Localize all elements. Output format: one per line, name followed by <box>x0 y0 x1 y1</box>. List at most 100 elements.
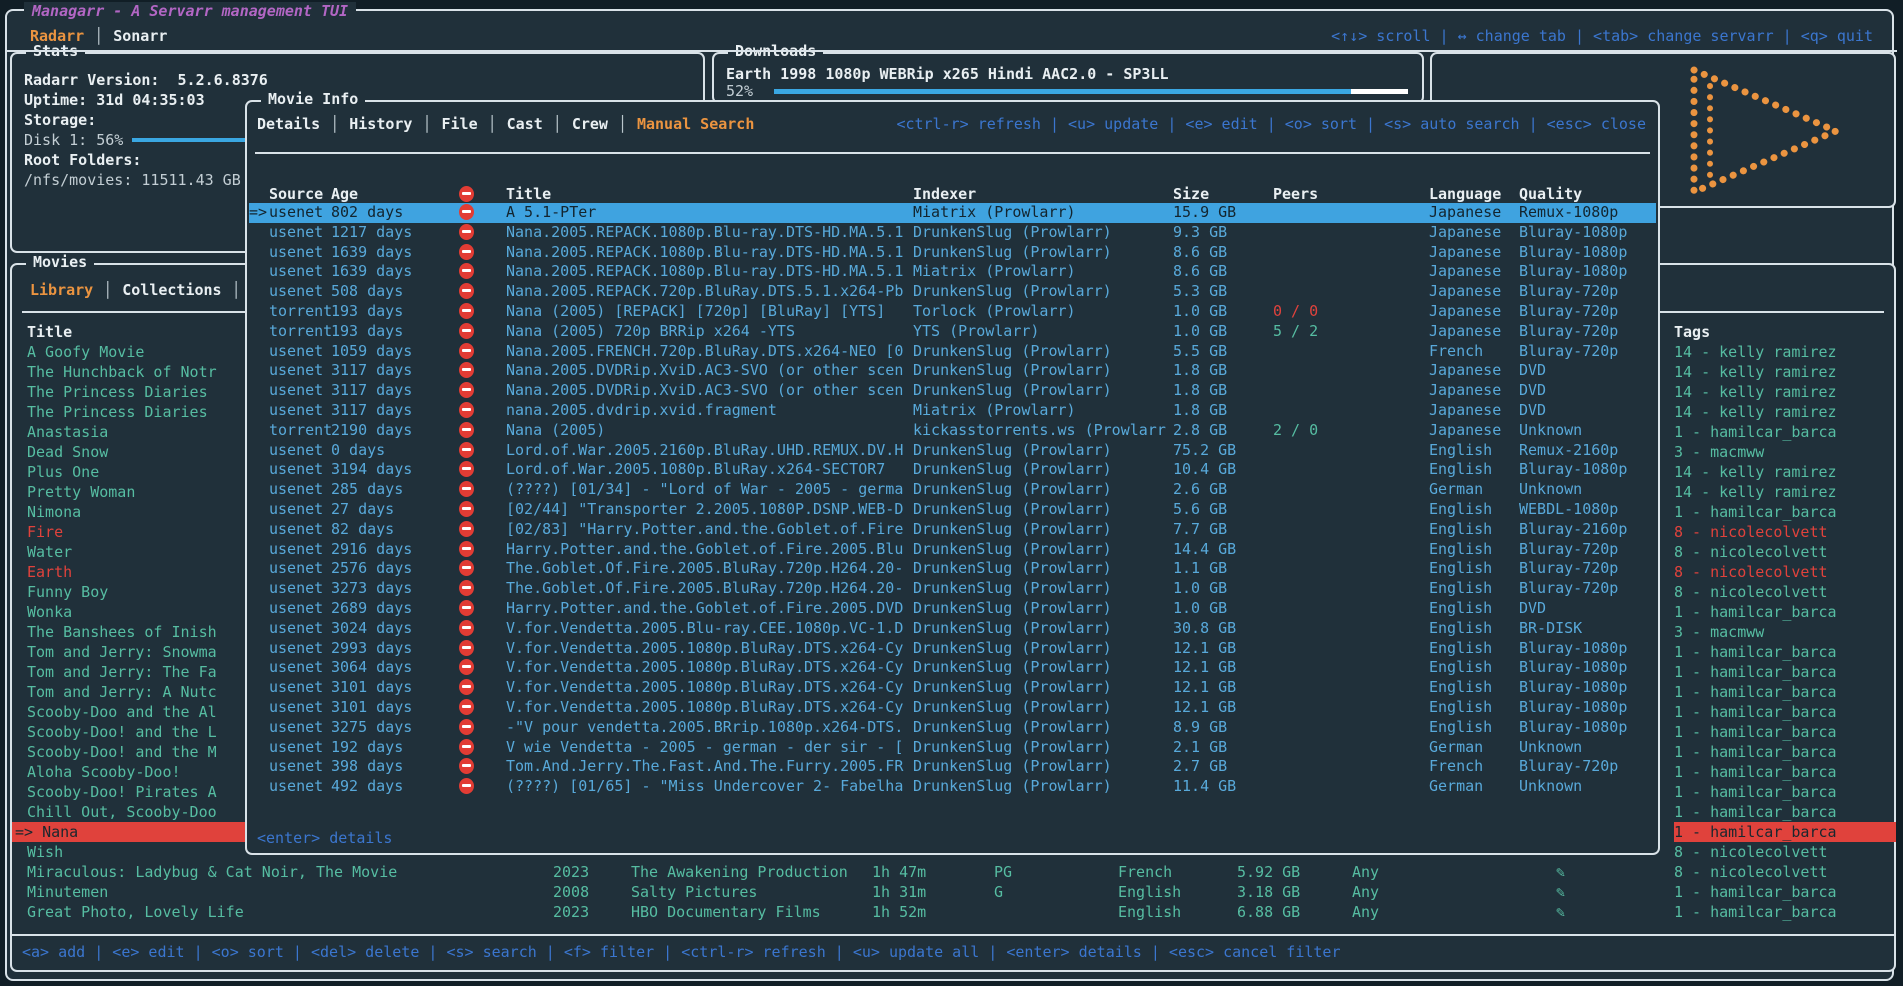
release-row[interactable]: usenet1639 daysNana.2005.REPACK.1080p.Bl… <box>249 243 1656 263</box>
release-row[interactable]: usenet0 daysLord.of.War.2005.2160p.BluRa… <box>249 441 1656 461</box>
release-row[interactable]: =>usenet802 daysA 5.1-PTerMiatrix (Prowl… <box>249 203 1656 223</box>
release-row[interactable]: usenet398 daysTom.And.Jerry.The.Fast.And… <box>249 757 1656 777</box>
movie-list-item[interactable]: Scooby-Doo and the Al <box>12 702 245 722</box>
movie-list-item[interactable]: Wonka <box>12 602 245 622</box>
release-peers <box>1273 203 1429 223</box>
release-row[interactable]: usenet3024 daysV.for.Vendetta.2005.Blu-r… <box>249 619 1656 639</box>
release-language: French <box>1429 342 1519 362</box>
release-title: Nana.2005.REPACK.1080p.Blu-ray.DTS-HD.MA… <box>506 223 913 243</box>
modal-tab-history[interactable]: History <box>349 115 412 133</box>
release-rejected-cell <box>459 441 506 461</box>
movie-list-item[interactable]: Anastasia <box>12 422 245 442</box>
release-source: usenet <box>269 460 331 480</box>
row-indent <box>12 882 27 902</box>
release-row[interactable]: usenet1217 daysNana.2005.REPACK.1080p.Bl… <box>249 223 1656 243</box>
movie-row[interactable]: Great Photo, Lovely Life2023HBO Document… <box>12 902 1662 922</box>
column-language[interactable]: Language <box>1429 184 1519 204</box>
release-row[interactable]: usenet2689 daysHarry.Potter.and.the.Gobl… <box>249 599 1656 619</box>
movie-list-item[interactable]: The Princess Diaries <box>12 402 245 422</box>
tab-radarr[interactable]: Radarr <box>30 27 84 45</box>
release-age: 285 days <box>331 480 459 500</box>
release-row[interactable]: usenet82 days[02/83] "Harry.Potter.and.t… <box>249 520 1656 540</box>
movie-list-item[interactable]: Dead Snow <box>12 442 245 462</box>
column-title[interactable]: Title <box>506 184 913 204</box>
release-row[interactable]: usenet492 days(????) [01/65] - "Miss Und… <box>249 777 1656 797</box>
rejected-icon <box>459 362 474 378</box>
movie-list-item[interactable]: Scooby-Doo! and the M <box>12 742 245 762</box>
movie-list-item[interactable]: Funny Boy <box>12 582 245 602</box>
movie-rating: PG <box>994 862 1118 882</box>
movie-studio: The Awakening Production <box>631 862 872 882</box>
modal-tab-crew[interactable]: Crew <box>572 115 608 133</box>
movie-list-item[interactable]: Plus One <box>12 462 245 482</box>
column-rejected[interactable] <box>459 184 506 204</box>
release-row[interactable]: usenet3273 daysThe.Goblet.Of.Fire.2005.B… <box>249 579 1656 599</box>
release-language: English <box>1429 559 1519 579</box>
movie-list-item[interactable]: A Goofy Movie <box>12 342 245 362</box>
movie-list-item[interactable]: Wish <box>12 842 245 862</box>
release-row[interactable]: usenet508 daysNana.2005.REPACK.720p.BluR… <box>249 282 1656 302</box>
movie-list-item[interactable]: Water <box>12 542 245 562</box>
row-marker <box>249 500 269 520</box>
column-indexer[interactable]: Indexer <box>913 184 1173 204</box>
release-row[interactable]: usenet3101 daysV.for.Vendetta.2005.1080p… <box>249 698 1656 718</box>
row-indent <box>12 862 27 882</box>
tab-library[interactable]: Library <box>30 281 93 299</box>
release-row[interactable]: usenet1639 daysNana.2005.REPACK.1080p.Bl… <box>249 262 1656 282</box>
release-row[interactable]: usenet3101 daysV.for.Vendetta.2005.1080p… <box>249 678 1656 698</box>
release-language: English <box>1429 698 1519 718</box>
release-row[interactable]: usenet192 daysV wie Vendetta - 2005 - ge… <box>249 738 1656 758</box>
column-age[interactable]: Age <box>331 184 459 204</box>
release-row[interactable]: usenet3117 daysNana.2005.DVDRip.XviD.AC3… <box>249 381 1656 401</box>
release-peers <box>1273 698 1429 718</box>
release-row[interactable]: usenet2576 daysThe.Goblet.Of.Fire.2005.B… <box>249 559 1656 579</box>
release-quality: Bluray-1080p <box>1519 243 1656 263</box>
release-row[interactable]: torrent193 daysNana (2005) [REPACK] [720… <box>249 302 1656 322</box>
movie-list-item[interactable]: Chill Out, Scooby-Doo <box>12 802 245 822</box>
movie-list-item[interactable]: Tom and Jerry: A Nutc <box>12 682 245 702</box>
column-source[interactable]: Source ▼ <box>269 184 331 204</box>
movie-list-item[interactable]: Tom and Jerry: The Fa <box>12 662 245 682</box>
release-row[interactable]: usenet3117 daysNana.2005.DVDRip.XviD.AC3… <box>249 361 1656 381</box>
movie-row[interactable]: Miraculous: Ladybug & Cat Noir, The Movi… <box>12 862 1662 882</box>
release-rejected-cell <box>459 203 506 223</box>
release-row[interactable]: usenet3117 daysnana.2005.dvdrip.xvid.fra… <box>249 401 1656 421</box>
movie-row[interactable]: Minutemen2008Salty Pictures1h 31mGEnglis… <box>12 882 1662 902</box>
movie-list-item[interactable]: The Princess Diaries <box>12 382 245 402</box>
movie-list-item[interactable]: Nimona <box>12 502 245 522</box>
column-peers[interactable]: Peers <box>1273 184 1429 204</box>
movie-list-item[interactable]: The Hunchback of Notr <box>12 362 245 382</box>
release-row[interactable]: usenet2916 daysHarry.Potter.and.the.Gobl… <box>249 540 1656 560</box>
movie-list-item[interactable]: Earth <box>12 562 245 582</box>
release-language: English <box>1429 599 1519 619</box>
movie-list-item[interactable]: Tom and Jerry: Snowma <box>12 642 245 662</box>
release-row[interactable]: usenet3275 days-"V pour vendetta.2005.BR… <box>249 718 1656 738</box>
release-row[interactable]: torrent193 daysNana (2005) 720p BRRip x2… <box>249 322 1656 342</box>
modal-tab-manual-search[interactable]: Manual Search <box>637 115 754 133</box>
release-age: 3273 days <box>331 579 459 599</box>
release-row[interactable]: usenet3064 daysV.for.Vendetta.2005.1080p… <box>249 658 1656 678</box>
modal-tab-cast[interactable]: Cast <box>507 115 543 133</box>
tab-sonarr[interactable]: Sonarr <box>113 27 167 45</box>
movie-list-item[interactable]: Pretty Woman <box>12 482 245 502</box>
column-quality[interactable]: Quality <box>1519 184 1656 204</box>
movie-list-item[interactable]: Scooby-Doo! Pirates A <box>12 782 245 802</box>
modal-tab-file[interactable]: File <box>442 115 478 133</box>
movie-list-item[interactable]: Aloha Scooby-Doo! <box>12 762 245 782</box>
release-row[interactable]: usenet1059 daysNana.2005.FRENCH.720p.Blu… <box>249 342 1656 362</box>
release-row[interactable]: usenet27 days[02/44] "Transporter 2.2005… <box>249 500 1656 520</box>
release-row[interactable]: usenet2993 daysV.for.Vendetta.2005.1080p… <box>249 639 1656 659</box>
release-row[interactable]: usenet3194 daysLord.of.War.2005.1080p.Bl… <box>249 460 1656 480</box>
modal-tab-details[interactable]: Details <box>257 115 320 133</box>
tab-collections[interactable]: Collections <box>122 281 221 299</box>
movie-list-item[interactable]: => Nana <box>12 822 245 842</box>
release-row[interactable]: usenet285 days(????) [01/34] - "Lord of … <box>249 480 1656 500</box>
release-indexer: DrunkenSlug (Prowlarr) <box>913 698 1173 718</box>
movie-list-item[interactable]: Scooby-Doo! and the L <box>12 722 245 742</box>
movie-list-item[interactable]: The Banshees of Inish <box>12 622 245 642</box>
column-size[interactable]: Size <box>1173 184 1273 204</box>
rejected-icon <box>459 501 474 517</box>
rejected-icon <box>459 778 474 794</box>
release-row[interactable]: torrent2190 daysNana (2005)kickasstorren… <box>249 421 1656 441</box>
movie-list-item[interactable]: Fire <box>12 522 245 542</box>
